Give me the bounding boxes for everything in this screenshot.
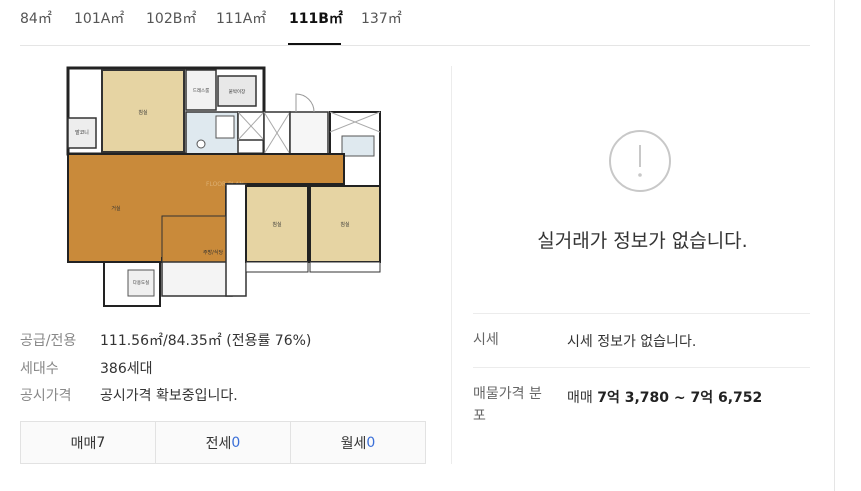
active-tab-underline [288, 43, 341, 45]
supply-value: 111.56㎡/84.35㎡ (전용률 76%) [100, 333, 312, 349]
monthly-label: 월세 [340, 435, 367, 452]
monthly-rent-button[interactable]: 월세 0 [291, 422, 425, 463]
kitchen-label: 주방/식당 [203, 249, 223, 256]
sale-button[interactable]: 매매 7 [21, 422, 156, 463]
households-label: 세대수 [20, 361, 59, 377]
tab-111a[interactable]: 111A㎡ [216, 8, 266, 28]
tab-111b[interactable]: 111B㎡ [289, 8, 343, 28]
living-label: 거실 [111, 205, 121, 212]
dress-label: 드레스룸 [193, 87, 210, 94]
exclamation-circle-icon [609, 130, 671, 192]
monthly-count: 0 [366, 434, 376, 451]
listing-range: 7억 3,780 ~ 7억 6,752 [597, 390, 763, 406]
tab-102b[interactable]: 102B㎡ [146, 8, 196, 28]
closet-label: 붙박이장 [229, 88, 246, 95]
column-divider [451, 66, 452, 464]
bedroom1-label: 침실 [138, 109, 148, 116]
jeonse-label: 전세 [205, 435, 232, 452]
tab-101a[interactable]: 101A㎡ [74, 8, 124, 28]
jeonse-button[interactable]: 전세 0 [156, 422, 291, 463]
market-label: 시세 [473, 332, 499, 348]
households-value: 386세대 [100, 361, 153, 377]
divider [473, 313, 810, 314]
laundry-label: 발코니 [75, 129, 89, 136]
scrollbar-edge [834, 0, 835, 491]
divider [473, 367, 810, 368]
official-price-label: 공시가격 [20, 388, 72, 404]
sale-label: 매매 [70, 435, 97, 452]
market-value: 시세 정보가 없습니다. [567, 334, 697, 350]
no-transaction-message: 실거래가 정보가 없습니다. [537, 230, 748, 252]
deal-type-buttons: 매매 7 전세 0 월세 0 [20, 421, 426, 464]
listing-price-value: 매매 7억 3,780 ~ 7억 6,752 [567, 387, 762, 407]
jeonse-count: 0 [231, 434, 241, 451]
bedroom3-label: 침실 [340, 221, 350, 228]
supply-label: 공급/전용 [20, 333, 77, 349]
listing-prefix: 매매 [567, 390, 593, 406]
official-price-value: 공시가격 확보중입니다. [100, 388, 238, 404]
tab-137[interactable]: 137㎡ [361, 8, 402, 28]
listing-price-label: 매물가격 분포 [473, 386, 542, 424]
bedroom2-label: 침실 [272, 221, 282, 228]
tab-84[interactable]: 84㎡ [20, 8, 52, 28]
floor-plan-image: 발코니 침실 드레스룸 붙박이장 거실 FLOOR PLAN 주방/식당 다용도… [66, 66, 382, 308]
sale-count: 7 [96, 434, 106, 451]
area-tabs: 84㎡ 101A㎡ 102B㎡ 111A㎡ 111B㎡ 137㎡ [20, 0, 810, 46]
utility-label: 다용도실 [133, 279, 150, 286]
